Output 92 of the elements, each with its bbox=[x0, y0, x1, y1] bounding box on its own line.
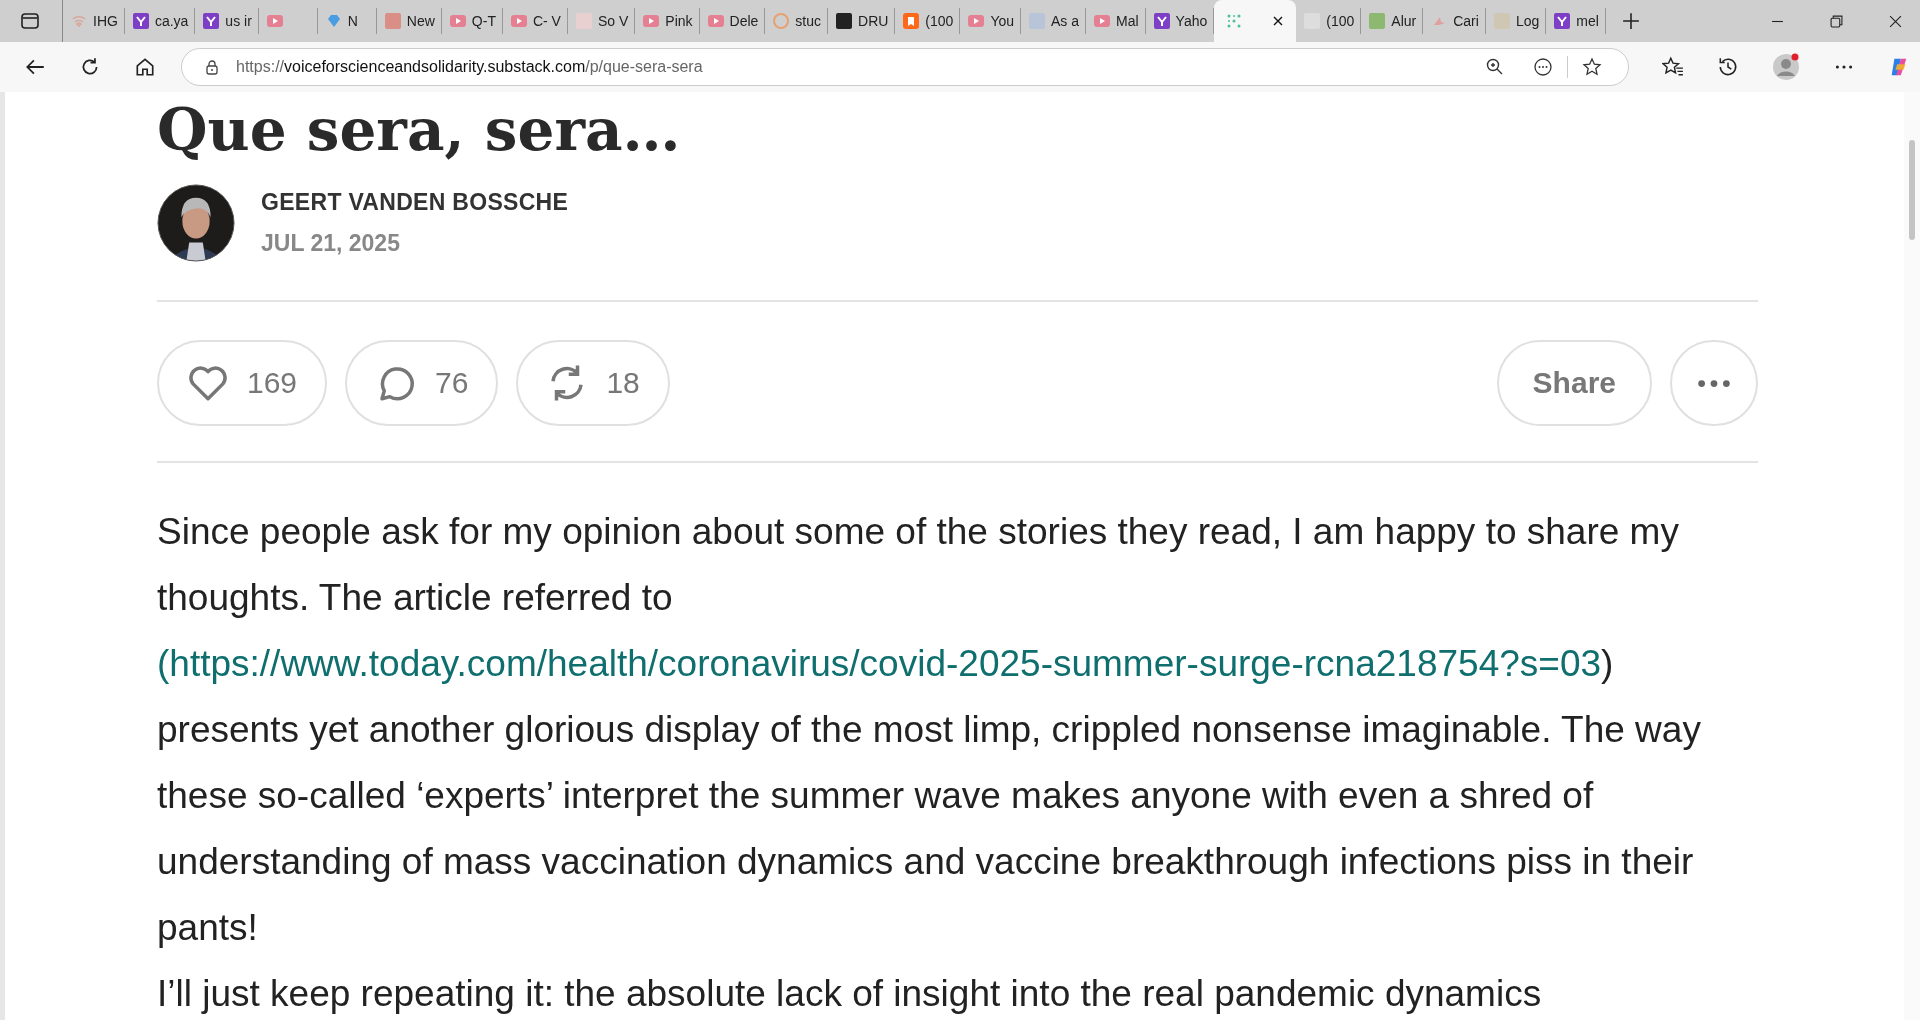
browser-tab[interactable]: New bbox=[376, 8, 442, 34]
like-button[interactable]: 169 bbox=[157, 340, 328, 426]
browser-tab[interactable]: You bbox=[960, 8, 1021, 34]
tab-title: Pink bbox=[665, 13, 693, 29]
restack-button[interactable]: 18 bbox=[516, 340, 670, 426]
tab-title: ca.ya bbox=[154, 13, 189, 29]
favicon-icon bbox=[1554, 13, 1571, 29]
new-tab-icon[interactable] bbox=[1621, 12, 1640, 30]
browser-tab[interactable]: DRU bbox=[828, 8, 896, 34]
tab-title: (100 bbox=[1326, 13, 1355, 29]
body-paragraph: I’ll just keep repeating it: the absolute lack of insight into the real pandemic dynamics bbox=[157, 972, 1543, 1016]
sidebar-icon[interactable] bbox=[20, 11, 40, 31]
favicon-icon bbox=[384, 13, 401, 29]
author-name[interactable]: GEERT VANDEN BOSSCHE bbox=[261, 189, 569, 216]
tab-title: Yaho bbox=[1175, 13, 1208, 29]
favorites-icon[interactable] bbox=[1662, 56, 1684, 78]
address-bar[interactable]: https://voiceforscienceandsolidarity.substack.com/p/que-sera-sera bbox=[181, 48, 1629, 86]
tab-title: You bbox=[990, 13, 1014, 29]
play-icon bbox=[266, 13, 283, 29]
favicon-icon bbox=[575, 13, 592, 29]
signal-icon bbox=[71, 13, 87, 29]
browser-tab[interactable]: N bbox=[317, 8, 377, 34]
history-icon[interactable] bbox=[1717, 56, 1739, 78]
close-icon[interactable] bbox=[1889, 14, 1902, 28]
favicon-icon bbox=[132, 13, 149, 29]
favicon-icon bbox=[836, 13, 852, 29]
play-icon bbox=[968, 13, 985, 29]
browser-tab[interactable]: Mal bbox=[1086, 8, 1146, 34]
browser-tab[interactable]: Alur bbox=[1361, 8, 1424, 34]
close-icon[interactable] bbox=[1272, 15, 1285, 27]
browser-tab[interactable]: Pink bbox=[635, 8, 700, 34]
tab-title: DRU bbox=[858, 13, 889, 29]
tab-title: Log bbox=[1515, 13, 1540, 29]
home-icon[interactable] bbox=[134, 56, 156, 78]
tab-title: stuc bbox=[795, 13, 821, 29]
browser-tab[interactable]: ca.ya bbox=[124, 8, 196, 34]
browser-tab[interactable]: (100 bbox=[1296, 8, 1362, 34]
comment-button[interactable]: 76 bbox=[345, 340, 499, 426]
tab-title: (100 bbox=[925, 13, 954, 29]
share-button[interactable]: Share bbox=[1496, 340, 1652, 426]
tab-title: us ir bbox=[225, 13, 252, 29]
browser-tab[interactable]: Q-T bbox=[441, 8, 503, 34]
tab-title: IHG bbox=[93, 13, 118, 29]
tab-title: Q-T bbox=[471, 13, 496, 29]
tab-title: Alur bbox=[1391, 13, 1417, 29]
tab-title: Mal bbox=[1116, 13, 1139, 29]
tab-title: New bbox=[406, 13, 435, 29]
favicon-icon bbox=[1369, 13, 1386, 29]
tab-title: C- V bbox=[532, 13, 561, 29]
browser-tab[interactable]: Yaho bbox=[1145, 8, 1215, 34]
browser-tab[interactable]: As a bbox=[1021, 8, 1087, 34]
browser-tab[interactable]: IHG bbox=[63, 8, 125, 34]
dots-icon bbox=[1226, 13, 1243, 29]
browser-tab[interactable]: Dele bbox=[699, 8, 766, 34]
favicon-icon bbox=[1493, 13, 1510, 29]
tab-title: As a bbox=[1051, 13, 1080, 29]
tab-title: Cari bbox=[1453, 13, 1479, 29]
browser-tab[interactable]: Log bbox=[1485, 8, 1547, 34]
browser-tab[interactable]: Cari bbox=[1423, 8, 1486, 34]
url-text: https://voiceforscienceandsolidarity.substack.com/p/que-sera-sera bbox=[236, 58, 703, 76]
browser-tab[interactable]: So V bbox=[567, 8, 636, 34]
scrollbar[interactable] bbox=[1904, 92, 1920, 1020]
gem-icon bbox=[325, 13, 342, 29]
browser-tab[interactable]: stuc bbox=[765, 8, 828, 34]
lock-icon bbox=[204, 59, 220, 75]
play-icon bbox=[707, 13, 724, 29]
more-icon[interactable] bbox=[1533, 57, 1553, 77]
browser-tab[interactable]: C- V bbox=[502, 8, 568, 34]
browser-tab[interactable]: mel bbox=[1546, 8, 1606, 34]
tab-title: mel bbox=[1576, 13, 1599, 29]
browser-tab[interactable]: (100 bbox=[895, 8, 961, 34]
profile-icon[interactable] bbox=[1772, 53, 1800, 81]
play-icon bbox=[643, 13, 660, 29]
post-title: Que sera, sera… bbox=[157, 95, 682, 166]
article-link[interactable]: (https://www.today.com/health/coronavirus/covid-2025-summer-surge-rcna218754?s=03 bbox=[157, 643, 1602, 684]
favicon-icon bbox=[773, 13, 790, 29]
tab-title: Dele bbox=[729, 13, 759, 29]
more-icon bbox=[1697, 378, 1731, 388]
star-icon[interactable] bbox=[1582, 57, 1602, 77]
post-date: JUL 21, 2025 bbox=[261, 230, 401, 257]
play-icon bbox=[449, 13, 466, 29]
tab-title: N bbox=[347, 13, 358, 29]
browser-tab[interactable]: us ir bbox=[195, 8, 259, 34]
favicon-icon bbox=[203, 13, 220, 29]
body-paragraph: Since people ask for my opinion about some of the stories they read, I am happy to share my thoughts. The article referred to (https://www.today.com/health/coronavirus/covid-2025-summer-surge-rcna218754?s=03) presents yet another glorious display of the most limp, crippled nonsense imaginable. The way these so-called ‘experts’ interpret the summer wave makes anyone with even a shred of understanding of mass vaccination dynamics and vaccine breakthrough infections piss in their pants! bbox=[157, 510, 1702, 950]
favicon-icon bbox=[1153, 13, 1170, 29]
play-icon bbox=[1094, 13, 1111, 29]
restore-icon[interactable] bbox=[1830, 14, 1843, 28]
tab-title: So V bbox=[597, 13, 629, 29]
bookmark-icon bbox=[903, 13, 920, 29]
zoom-icon[interactable] bbox=[1485, 57, 1505, 77]
play-icon bbox=[510, 13, 527, 29]
